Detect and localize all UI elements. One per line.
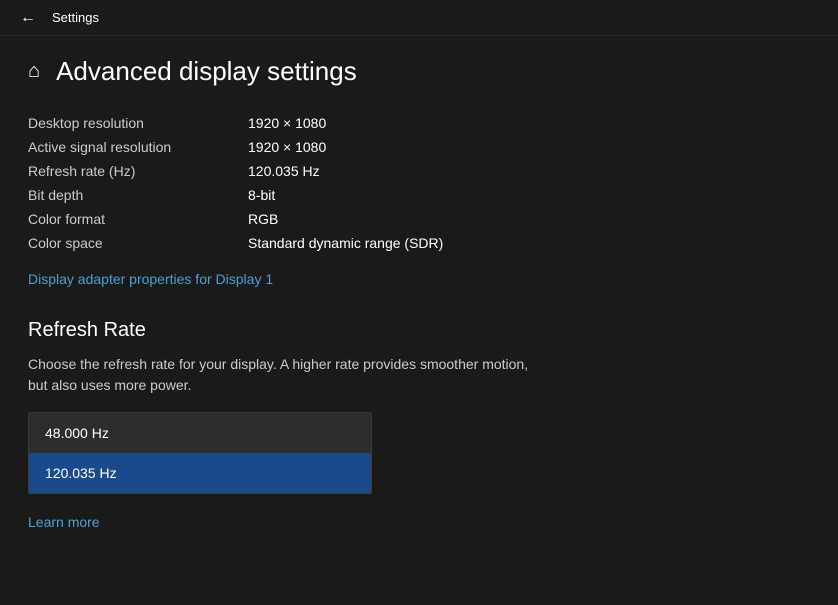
page-header: ⌂ Advanced display settings [28,56,810,87]
info-label: Active signal resolution [28,139,248,155]
info-label: Refresh rate (Hz) [28,163,248,179]
refresh-rate-description: Choose the refresh rate for your display… [28,354,548,396]
info-value: 120.035 Hz [248,163,320,179]
info-value: RGB [248,211,278,227]
title-bar-title: Settings [52,10,99,25]
table-row: Color space Standard dynamic range (SDR) [28,231,810,255]
info-value: Standard dynamic range (SDR) [248,235,443,251]
learn-more-link[interactable]: Learn more [28,514,100,530]
table-row: Active signal resolution 1920 × 1080 [28,135,810,159]
back-button[interactable]: ← [12,5,44,31]
info-value: 1920 × 1080 [248,115,326,131]
refresh-rate-title: Refresh Rate [28,319,810,342]
main-content: ⌂ Advanced display settings Desktop reso… [0,36,838,552]
table-row: Bit depth 8-bit [28,183,810,207]
info-label: Bit depth [28,187,248,203]
table-row: Desktop resolution 1920 × 1080 [28,111,810,135]
refresh-rate-option-48[interactable]: 48.000 Hz [29,413,371,453]
title-bar: ← Settings [0,0,838,36]
refresh-rate-option-120[interactable]: 120.035 Hz [29,453,371,493]
table-row: Refresh rate (Hz) 120.035 Hz [28,159,810,183]
info-table: Desktop resolution 1920 × 1080 Active si… [28,111,810,255]
info-label: Desktop resolution [28,115,248,131]
info-value: 8-bit [248,187,275,203]
refresh-rate-list: 48.000 Hz 120.035 Hz [28,412,372,494]
info-value: 1920 × 1080 [248,139,326,155]
page-title: Advanced display settings [56,56,357,87]
table-row: Color format RGB [28,207,810,231]
display-adapter-link[interactable]: Display adapter properties for Display 1 [28,271,273,287]
info-label: Color space [28,235,248,251]
info-label: Color format [28,211,248,227]
home-icon: ⌂ [28,60,40,83]
